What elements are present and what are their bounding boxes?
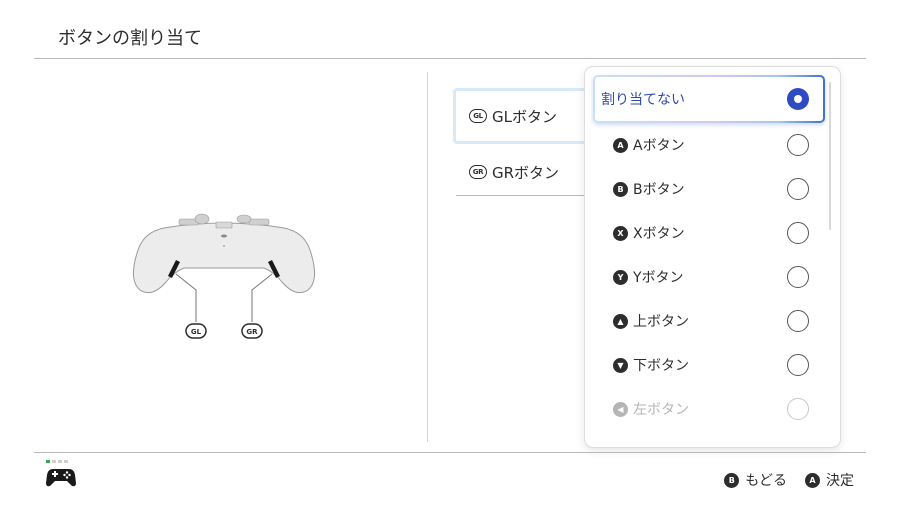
option-label: 上ボタン (633, 314, 689, 330)
option-unassigned[interactable]: 割り当てない (593, 75, 825, 123)
option-label: Aボタン (633, 138, 685, 154)
gamepad-icon (46, 469, 76, 487)
radio-icon (787, 134, 809, 156)
controller-body (133, 222, 315, 294)
a-button-icon: A (613, 137, 628, 153)
radio-icon (787, 178, 809, 200)
gl-icon: GL (469, 109, 487, 123)
confirm-hint[interactable]: A 決定 (805, 470, 854, 490)
player-led-2 (52, 460, 56, 463)
player-led-4 (64, 460, 68, 463)
gl-label: GL (191, 328, 202, 336)
player-led-3 (58, 460, 62, 463)
list-divider (456, 195, 596, 196)
dpad-down-icon: ▼ (613, 357, 628, 373)
option-label: 左ボタン (633, 402, 689, 418)
dpad-left-icon: ◀ (613, 401, 628, 417)
radio-icon (787, 266, 809, 288)
page-title: ボタンの割り当て (58, 28, 202, 49)
radio-icon (787, 222, 809, 244)
back-hint-label: もどる (745, 473, 787, 489)
option-y-button[interactable]: Y Yボタン (595, 255, 823, 299)
button-row-label: GRボタン (492, 163, 560, 182)
dropdown-scrollbar[interactable] (829, 82, 831, 230)
option-down-button[interactable]: ▼ 下ボタン (595, 343, 823, 387)
header: ボタンの割り当て (0, 0, 900, 60)
dpad-up-icon: ▲ (613, 313, 628, 329)
controller-status (46, 460, 76, 492)
button-hints: B もどる A 決定 (724, 470, 854, 490)
option-x-button[interactable]: X Xボタン (595, 211, 823, 255)
radio-selected-icon (787, 88, 809, 110)
radio-icon (787, 310, 809, 332)
b-button-icon: B (613, 181, 628, 197)
gr-label: GR (246, 328, 258, 336)
option-label: Xボタン (633, 226, 685, 242)
option-left-button[interactable]: ◀ 左ボタン (595, 387, 823, 431)
player-led-1 (46, 460, 50, 463)
a-button-icon: A (805, 472, 820, 488)
controller-diagram-pane: GL GR (34, 60, 427, 452)
b-button-icon: B (724, 472, 740, 488)
radio-icon (787, 398, 809, 420)
option-up-button[interactable]: ▲ 上ボタン (595, 299, 823, 343)
x-button-icon: X (613, 225, 628, 241)
option-label: 割り当てない (601, 92, 685, 108)
player-indicator (46, 460, 76, 463)
confirm-hint-label: 決定 (826, 473, 854, 489)
gr-icon: GR (469, 165, 487, 179)
option-a-button[interactable]: A Aボタン (595, 123, 823, 167)
header-divider (34, 58, 866, 59)
option-label: Yボタン (633, 270, 684, 286)
option-label: Bボタン (633, 182, 685, 198)
pane-divider (427, 72, 428, 442)
option-b-button[interactable]: B Bボタン (595, 167, 823, 211)
controller-diagram: GL GR (133, 213, 315, 339)
footer-divider (34, 452, 866, 453)
radio-icon (787, 354, 809, 376)
button-row-label: GLボタン (492, 107, 557, 126)
assignment-dropdown: 割り当てない A Aボタン B Bボタン X Xボタン Y Yボタン ▲ 上ボタ… (585, 67, 840, 447)
option-label: 下ボタン (633, 358, 689, 374)
y-button-icon: Y (613, 269, 628, 285)
back-hint[interactable]: B もどる (724, 470, 787, 490)
